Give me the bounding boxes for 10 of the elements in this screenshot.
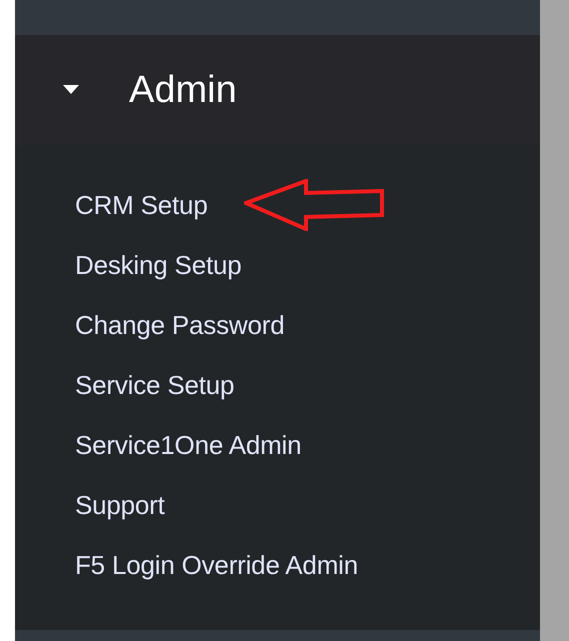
admin-menu-header[interactable]: Admin (15, 35, 540, 145)
menu-link[interactable]: Service Setup (75, 370, 234, 400)
menu-title: Admin (129, 68, 237, 112)
menu-link[interactable]: F5 Login Override Admin (75, 550, 358, 580)
menu-link[interactable]: Support (75, 490, 165, 520)
menu-link[interactable]: Desking Setup (75, 250, 242, 280)
menu-link[interactable]: Service1One Admin (75, 430, 302, 460)
menu-link[interactable]: Change Password (75, 310, 284, 340)
menu-link[interactable]: CRM Setup (75, 190, 208, 220)
caret-icon (63, 85, 79, 95)
